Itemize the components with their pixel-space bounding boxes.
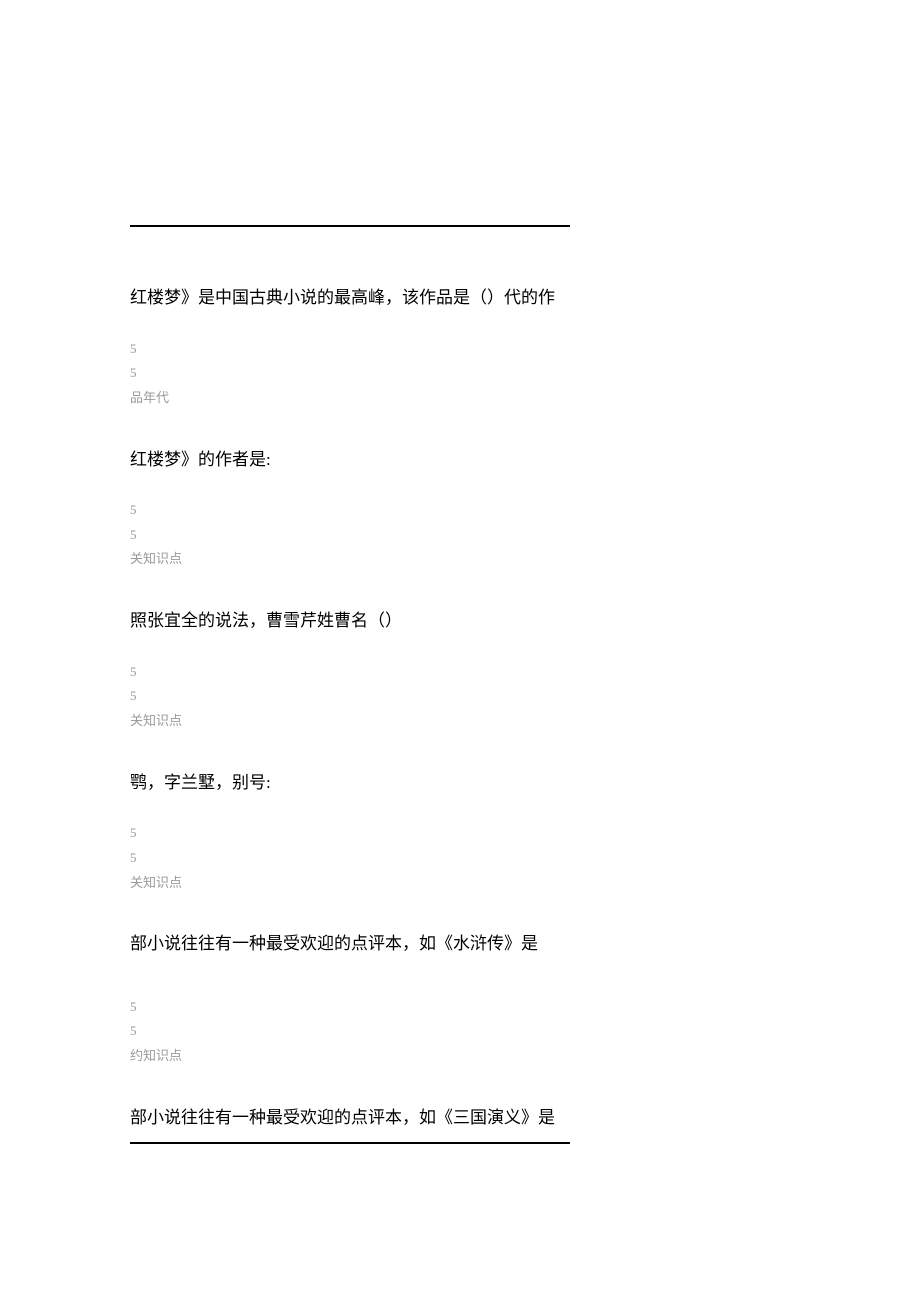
document-page: 红楼梦》是中国古典小说的最高峰，该作品是（）代的作 5 5 品年代 红楼梦》的作…: [130, 225, 570, 1144]
meta-line: 关知识点: [130, 547, 570, 572]
question-block: 部小说往往有一种最受欢迎的点评本，如《水浒传》是 5 5 约知识点: [130, 931, 570, 1069]
question-title: 部小说往往有一种最受欢迎的点评本，如《三国演义》是: [130, 1105, 574, 1131]
question-block: 照张宜全的说法，曹雪芹姓曹名（） 5 5 关知识点: [130, 608, 570, 734]
top-divider: [130, 225, 570, 227]
question-title: 红楼梦》的作者是:: [130, 447, 574, 473]
question-title: 照张宜全的说法，曹雪芹姓曹名（）: [130, 608, 574, 634]
meta-line: 5: [130, 1019, 570, 1044]
question-block: 红楼梦》是中国古典小说的最高峰，该作品是（）代的作 5 5 品年代: [130, 285, 570, 411]
meta-line: 5: [130, 361, 570, 386]
meta-line: 关知识点: [130, 709, 570, 734]
question-title: 红楼梦》是中国古典小说的最高峰，该作品是（）代的作: [130, 285, 574, 311]
meta-line: 5: [130, 821, 570, 846]
meta-line: 5: [130, 684, 570, 709]
meta-line: 5: [130, 846, 570, 871]
question-block: 鹗，字兰墅，别号: 5 5 关知识点: [130, 770, 570, 896]
meta-line: 5: [130, 523, 570, 548]
meta-line: 5: [130, 498, 570, 523]
question-title: 部小说往往有一种最受欢迎的点评本，如《水浒传》是: [130, 931, 574, 957]
meta-line: 关知识点: [130, 871, 570, 896]
question-title: 鹗，字兰墅，别号:: [130, 770, 574, 796]
meta-line: 5: [130, 995, 570, 1020]
meta-line: 品年代: [130, 386, 570, 411]
meta-line: 5: [130, 660, 570, 685]
question-block: 红楼梦》的作者是: 5 5 关知识点: [130, 447, 570, 573]
meta-line: 5: [130, 337, 570, 362]
bottom-divider: [130, 1142, 570, 1144]
meta-line: 约知识点: [130, 1044, 570, 1069]
